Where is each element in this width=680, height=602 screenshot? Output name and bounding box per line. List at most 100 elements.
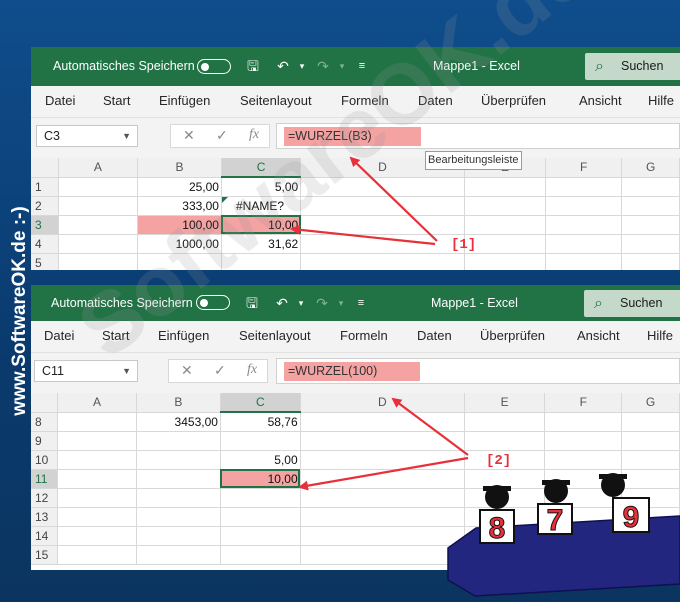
row-header[interactable]: 14 bbox=[31, 526, 59, 546]
column-header-b[interactable]: B bbox=[137, 158, 222, 178]
cell[interactable] bbox=[621, 253, 680, 270]
cell[interactable] bbox=[621, 431, 680, 451]
cell[interactable]: 5,00 bbox=[220, 450, 301, 470]
cell[interactable] bbox=[57, 412, 137, 432]
tab-ueberpruefen[interactable]: Überprüfen bbox=[480, 321, 545, 351]
cell[interactable] bbox=[544, 488, 623, 508]
cell[interactable] bbox=[300, 545, 465, 565]
tab-seitenlayout[interactable]: Seitenlayout bbox=[239, 321, 311, 351]
cell[interactable] bbox=[57, 469, 137, 489]
cell[interactable] bbox=[544, 431, 623, 451]
row-header[interactable]: 15 bbox=[31, 545, 59, 565]
cell[interactable] bbox=[300, 450, 465, 470]
insert-function-icon[interactable]: fx bbox=[249, 127, 259, 143]
cell[interactable] bbox=[464, 545, 546, 565]
undo-icon[interactable]: ↶ bbox=[274, 57, 292, 75]
cell[interactable] bbox=[621, 215, 680, 235]
cell[interactable] bbox=[464, 488, 546, 508]
cell[interactable] bbox=[464, 253, 546, 270]
confirm-icon[interactable]: ✓ bbox=[216, 127, 228, 144]
tab-einfuegen[interactable]: Einfügen bbox=[159, 86, 210, 116]
column-header-f[interactable]: F bbox=[545, 158, 623, 178]
cell[interactable] bbox=[621, 177, 680, 197]
cell[interactable] bbox=[57, 507, 137, 527]
undo-dropdown-icon[interactable]: ▾ bbox=[293, 57, 311, 75]
cell[interactable] bbox=[544, 412, 623, 432]
cell[interactable] bbox=[136, 507, 221, 527]
tab-hilfe[interactable]: Hilfe bbox=[648, 86, 674, 116]
row-header[interactable]: 12 bbox=[31, 488, 59, 508]
redo-dropdown-icon[interactable]: ▾ bbox=[333, 57, 351, 75]
tab-datei[interactable]: Datei bbox=[45, 86, 75, 116]
cell[interactable] bbox=[220, 545, 301, 565]
cell[interactable] bbox=[300, 234, 465, 254]
cell[interactable] bbox=[300, 526, 465, 546]
cell[interactable] bbox=[464, 234, 546, 254]
column-header-a[interactable]: A bbox=[58, 158, 138, 178]
column-header-c[interactable]: C bbox=[220, 393, 301, 413]
cell[interactable] bbox=[58, 177, 138, 197]
column-header-g[interactable]: G bbox=[621, 393, 680, 413]
cell[interactable] bbox=[621, 469, 680, 489]
cell[interactable] bbox=[136, 545, 221, 565]
save-icon[interactable]: 🖫 bbox=[243, 294, 261, 312]
cell[interactable] bbox=[57, 450, 137, 470]
search-box[interactable]: ⌕ Suchen bbox=[584, 290, 680, 317]
row-header[interactable]: 13 bbox=[31, 507, 59, 527]
cell[interactable] bbox=[544, 450, 623, 470]
cell[interactable] bbox=[136, 450, 221, 470]
tab-ueberpruefen[interactable]: Überprüfen bbox=[481, 86, 546, 116]
tab-formeln[interactable]: Formeln bbox=[340, 321, 388, 351]
cell[interactable] bbox=[220, 488, 301, 508]
cell[interactable] bbox=[58, 215, 138, 235]
cell[interactable] bbox=[57, 545, 137, 565]
cancel-icon[interactable]: ✕ bbox=[181, 362, 193, 379]
cell[interactable] bbox=[300, 488, 465, 508]
column-header-d[interactable]: D bbox=[300, 393, 465, 413]
row-header[interactable]: 3 bbox=[31, 215, 59, 235]
cell[interactable] bbox=[220, 507, 301, 527]
column-header-e[interactable]: E bbox=[464, 393, 546, 413]
cell[interactable] bbox=[300, 253, 465, 270]
row-header[interactable]: 9 bbox=[31, 431, 59, 451]
column-header-a[interactable]: A bbox=[57, 393, 137, 413]
cell[interactable] bbox=[464, 507, 546, 527]
cancel-icon[interactable]: ✕ bbox=[183, 127, 195, 144]
undo-icon[interactable]: ↶ bbox=[273, 294, 291, 312]
row-header[interactable]: 8 bbox=[31, 412, 59, 432]
cell[interactable] bbox=[136, 431, 221, 451]
cell[interactable]: 58,76 bbox=[220, 412, 301, 432]
cell[interactable] bbox=[464, 196, 546, 216]
cell[interactable] bbox=[300, 431, 465, 451]
redo-icon[interactable]: ↷ bbox=[313, 294, 331, 312]
cell[interactable] bbox=[58, 196, 138, 216]
redo-icon[interactable]: ↷ bbox=[314, 57, 332, 75]
undo-dropdown-icon[interactable]: ▾ bbox=[292, 294, 310, 312]
row-header[interactable]: 4 bbox=[31, 234, 59, 254]
row-header[interactable]: 2 bbox=[31, 196, 59, 216]
cell[interactable] bbox=[545, 234, 623, 254]
cell[interactable] bbox=[464, 431, 546, 451]
cell[interactable] bbox=[621, 412, 680, 432]
tab-ansicht[interactable]: Ansicht bbox=[579, 86, 622, 116]
column-header-b[interactable]: B bbox=[136, 393, 221, 413]
cell[interactable] bbox=[545, 196, 623, 216]
select-all-corner[interactable] bbox=[31, 158, 59, 178]
cell[interactable] bbox=[136, 488, 221, 508]
save-icon[interactable]: 🖫 bbox=[244, 57, 262, 75]
cell[interactable] bbox=[464, 412, 546, 432]
tab-datei[interactable]: Datei bbox=[44, 321, 74, 351]
select-all-corner[interactable] bbox=[31, 393, 59, 413]
cell[interactable] bbox=[621, 234, 680, 254]
autosave-toggle[interactable] bbox=[197, 59, 231, 74]
cell[interactable] bbox=[300, 469, 465, 489]
cell[interactable] bbox=[545, 253, 623, 270]
cell[interactable] bbox=[57, 488, 137, 508]
column-header-g[interactable]: G bbox=[621, 158, 680, 178]
tab-hilfe[interactable]: Hilfe bbox=[647, 321, 673, 351]
cell[interactable] bbox=[57, 526, 137, 546]
insert-function-icon[interactable]: fx bbox=[247, 362, 257, 378]
active-cell[interactable]: 10,00 bbox=[220, 469, 301, 489]
tab-daten[interactable]: Daten bbox=[417, 321, 452, 351]
cell[interactable] bbox=[621, 196, 680, 216]
